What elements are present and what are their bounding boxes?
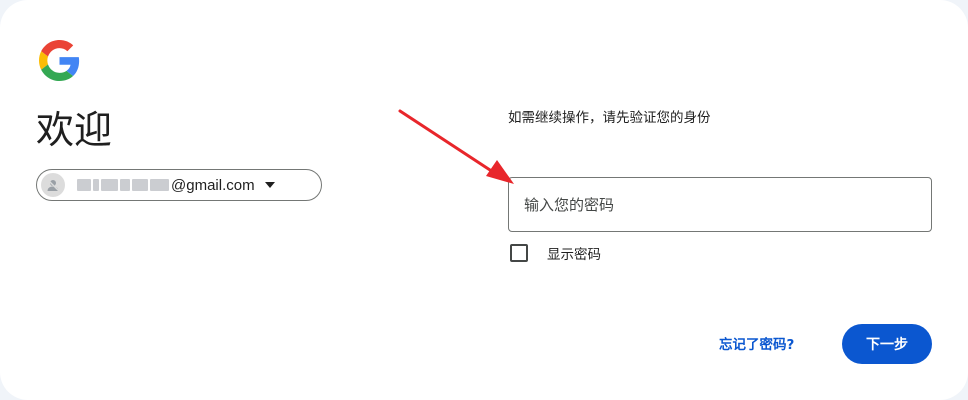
- signin-card: 欢迎 @gmail.com 如需继续操作，请先验证您的身份 显示密码 忘记了密码…: [0, 0, 968, 400]
- caret-down-icon: [264, 180, 275, 190]
- next-button[interactable]: 下一步: [842, 324, 932, 364]
- page-title: 欢迎: [36, 108, 113, 152]
- password-input[interactable]: [508, 177, 932, 232]
- show-password-label: 显示密码: [547, 247, 601, 263]
- show-password-checkbox[interactable]: [510, 244, 528, 262]
- account-chooser[interactable]: @gmail.com: [36, 169, 322, 201]
- default-avatar-icon: [41, 173, 65, 197]
- forgot-password-link[interactable]: 忘记了密码?: [719, 333, 794, 353]
- verify-instruction: 如需继续操作，请先验证您的身份: [508, 110, 711, 126]
- email-redacted: [77, 178, 170, 192]
- show-password-toggle[interactable]: 显示密码: [510, 243, 601, 263]
- account-email: @gmail.com: [171, 176, 255, 194]
- google-logo-icon: [39, 40, 80, 81]
